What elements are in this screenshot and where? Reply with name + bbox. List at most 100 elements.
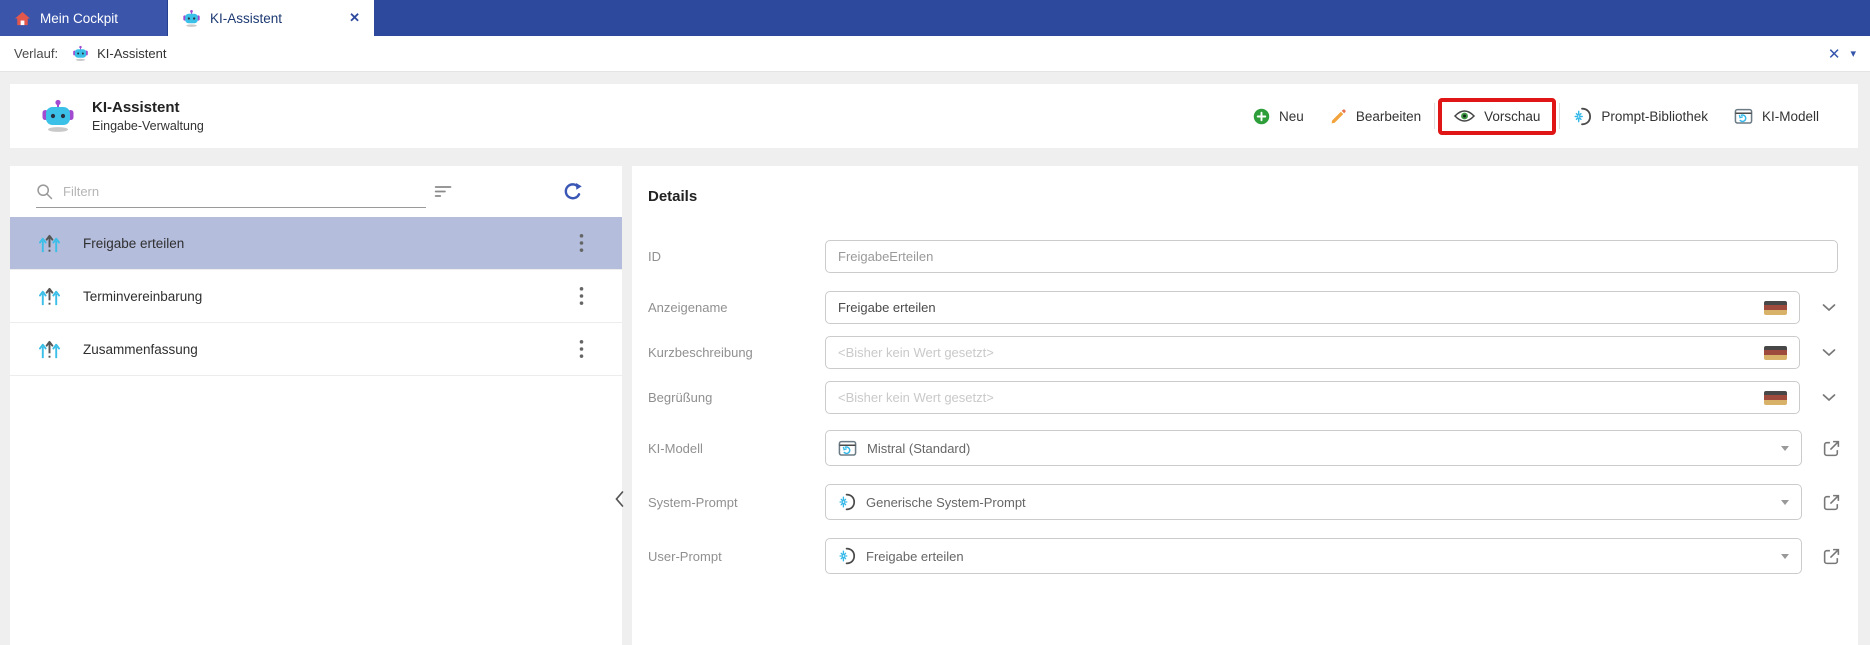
form-row-user-prompt: User-Prompt Freigabe erteilen bbox=[632, 538, 1858, 574]
plus-circle-icon bbox=[1253, 108, 1270, 125]
robot-icon bbox=[72, 45, 89, 62]
collapse-sidebar-chevron-icon[interactable] bbox=[614, 490, 625, 513]
list-item[interactable]: Terminvereinbarung bbox=[10, 270, 622, 323]
field-label: KI-Modell bbox=[648, 441, 825, 456]
ki-model-window-icon bbox=[838, 439, 857, 458]
open-user-prompt-icon[interactable] bbox=[1822, 547, 1841, 566]
kurzbeschreibung-field[interactable]: <Bisher kein Wert gesetzt> bbox=[825, 336, 1800, 369]
field-label: Kurzbeschreibung bbox=[648, 345, 825, 360]
begruessung-field[interactable]: <Bisher kein Wert gesetzt> bbox=[825, 381, 1800, 414]
prompt-bibliothek-button[interactable]: Prompt-Bibliothek bbox=[1560, 107, 1721, 126]
tab-bar: Mein Cockpit KI-Assistent ✕ bbox=[0, 0, 1870, 36]
list-item-label: Zusammenfassung bbox=[83, 342, 198, 357]
vorschau-button[interactable]: Vorschau bbox=[1448, 109, 1546, 124]
ki-modell-button[interactable]: KI-Modell bbox=[1721, 107, 1832, 126]
form-row-kurzbeschreibung: Kurzbeschreibung <Bisher kein Wert geset… bbox=[632, 336, 1858, 369]
german-flag-icon bbox=[1764, 346, 1787, 360]
tab-mein-cockpit[interactable]: Mein Cockpit bbox=[0, 0, 168, 36]
vorschau-highlight-box: Vorschau bbox=[1438, 98, 1556, 135]
expand-languages-chevron-icon[interactable] bbox=[1822, 303, 1836, 312]
filter-input[interactable]: Filtern bbox=[36, 176, 426, 208]
history-caret-icon[interactable]: ▾ bbox=[1850, 47, 1856, 60]
begruessung-placeholder: <Bisher kein Wert gesetzt> bbox=[838, 390, 994, 405]
page-subtitle: Eingabe-Verwaltung bbox=[92, 119, 204, 133]
expand-languages-chevron-icon[interactable] bbox=[1822, 393, 1836, 402]
expand-languages-chevron-icon[interactable] bbox=[1822, 348, 1836, 357]
eye-icon bbox=[1454, 109, 1475, 123]
home-icon bbox=[14, 11, 31, 26]
page-title: KI-Assistent bbox=[92, 99, 204, 116]
tab-ki-assistent[interactable]: KI-Assistent ✕ bbox=[168, 0, 374, 36]
neu-label: Neu bbox=[1279, 109, 1304, 124]
list-item-label: Freigabe erteilen bbox=[83, 236, 184, 251]
open-system-prompt-icon[interactable] bbox=[1822, 493, 1841, 512]
process-arrows-icon bbox=[38, 285, 61, 308]
item-menu-kebab-icon[interactable] bbox=[575, 283, 588, 310]
anzeigename-value: Freigabe erteilen bbox=[838, 300, 936, 315]
ki-modell-select[interactable]: Mistral (Standard) bbox=[825, 430, 1802, 466]
form-row-ki-modell: KI-Modell Mistral (Standard) bbox=[632, 430, 1858, 466]
open-ki-modell-icon[interactable] bbox=[1822, 439, 1841, 458]
bearbeiten-label: Bearbeiten bbox=[1356, 109, 1421, 124]
kurzbeschreibung-placeholder: <Bisher kein Wert gesetzt> bbox=[838, 345, 994, 360]
history-entry-label: KI-Assistent bbox=[97, 46, 166, 61]
ki-modell-label: KI-Modell bbox=[1762, 109, 1819, 124]
neu-button[interactable]: Neu bbox=[1240, 108, 1317, 125]
german-flag-icon bbox=[1764, 391, 1787, 405]
robot-icon bbox=[40, 98, 76, 134]
sort-button[interactable] bbox=[434, 185, 454, 198]
prompt-sparkle-icon bbox=[838, 493, 856, 511]
id-field[interactable]: FreigabeErteilen bbox=[825, 240, 1838, 273]
field-label: System-Prompt bbox=[648, 495, 825, 510]
dropdown-caret-icon bbox=[1781, 446, 1789, 451]
history-entry-ki-assistent[interactable]: KI-Assistent bbox=[72, 45, 166, 62]
prompt-sparkle-icon bbox=[838, 547, 856, 565]
filter-placeholder: Filtern bbox=[63, 184, 99, 199]
system-prompt-value: Generische System-Prompt bbox=[866, 495, 1026, 510]
prompt-bibliothek-label: Prompt-Bibliothek bbox=[1601, 109, 1708, 124]
sort-icon bbox=[434, 185, 454, 198]
list-item[interactable]: Zusammenfassung bbox=[10, 323, 622, 376]
form-row-system-prompt: System-Prompt Generische System-Prompt bbox=[632, 484, 1858, 520]
search-icon bbox=[36, 183, 53, 200]
field-label: Begrüßung bbox=[648, 390, 825, 405]
refresh-icon bbox=[562, 181, 583, 202]
details-title: Details bbox=[648, 188, 1858, 205]
refresh-button[interactable] bbox=[562, 181, 583, 202]
tab-label: Mein Cockpit bbox=[40, 11, 118, 26]
filter-row: Filtern bbox=[10, 166, 622, 217]
vorschau-label: Vorschau bbox=[1484, 109, 1540, 124]
dropdown-caret-icon bbox=[1781, 500, 1789, 505]
tab-close-icon[interactable]: ✕ bbox=[349, 10, 360, 26]
robot-icon bbox=[182, 9, 201, 28]
item-menu-kebab-icon[interactable] bbox=[575, 336, 588, 363]
prompt-sparkle-icon bbox=[1573, 107, 1592, 126]
toolbar: Neu Bearbeiten Vorschau Prompt-Bibliothe… bbox=[1240, 98, 1832, 135]
bearbeiten-button[interactable]: Bearbeiten bbox=[1317, 108, 1434, 125]
list-item[interactable]: Freigabe erteilen bbox=[10, 217, 622, 270]
history-bar: Verlauf: KI-Assistent ✕ ▾ bbox=[0, 36, 1870, 72]
field-label: ID bbox=[648, 249, 825, 264]
form-row-id: ID FreigabeErteilen bbox=[632, 240, 1858, 273]
ki-modell-value: Mistral (Standard) bbox=[867, 441, 970, 456]
pencil-icon bbox=[1330, 108, 1347, 125]
item-menu-kebab-icon[interactable] bbox=[575, 230, 588, 257]
anzeigename-field[interactable]: Freigabe erteilen bbox=[825, 291, 1800, 324]
history-label: Verlauf: bbox=[14, 46, 58, 61]
field-label: Anzeigename bbox=[648, 300, 825, 315]
german-flag-icon bbox=[1764, 301, 1787, 315]
user-prompt-select[interactable]: Freigabe erteilen bbox=[825, 538, 1802, 574]
toolbar-divider bbox=[1434, 103, 1435, 129]
system-prompt-select[interactable]: Generische System-Prompt bbox=[825, 484, 1802, 520]
sidebar: Filtern Freigabe erteilen Terminvereinba… bbox=[10, 166, 622, 645]
process-arrows-icon bbox=[38, 338, 61, 361]
details-panel: Details ID FreigabeErteilen Anzeigename … bbox=[632, 166, 1858, 645]
history-close-icon[interactable]: ✕ bbox=[1828, 45, 1841, 63]
form-row-begruessung: Begrüßung <Bisher kein Wert gesetzt> bbox=[632, 381, 1858, 414]
header-card: KI-Assistent Eingabe-Verwaltung Neu Bear… bbox=[10, 84, 1858, 148]
tab-label: KI-Assistent bbox=[210, 11, 282, 26]
process-arrows-icon bbox=[38, 232, 61, 255]
list-item-label: Terminvereinbarung bbox=[83, 289, 202, 304]
user-prompt-value: Freigabe erteilen bbox=[866, 549, 964, 564]
ki-model-window-icon bbox=[1734, 107, 1753, 126]
